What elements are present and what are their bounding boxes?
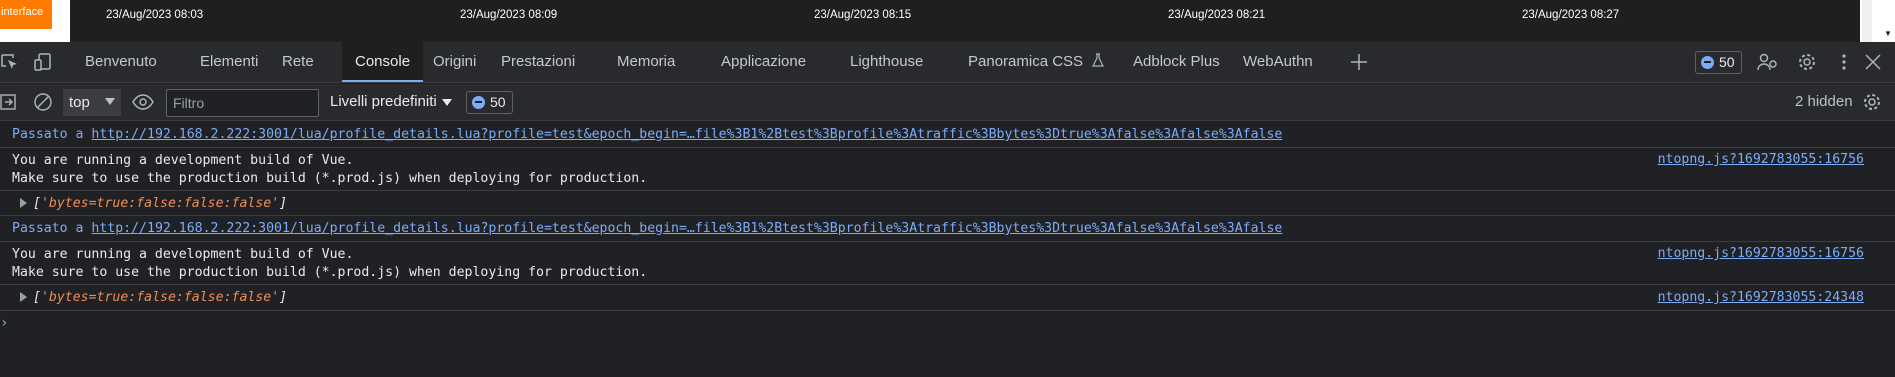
time-label: 23/Aug/2023 08:03 [106,9,204,21]
message-count: 50 [1719,54,1735,70]
tab-panoramica-css[interactable]: Panoramica CSS [968,42,1105,82]
tab-adblock-plus[interactable]: Adblock Plus [1133,42,1220,82]
array-value: 'bytes=true:false:false:false' [40,290,280,305]
console-toolbar: top Livelli predefiniti 50 2 hidden [0,84,1895,121]
inspect-element-icon[interactable] [0,52,20,72]
nav-prefix: Passato a [12,221,84,236]
message-line: You are running a development build of V… [12,247,354,262]
expand-caret-icon [20,198,27,208]
console-message: ['bytes=true:false:false:false'] [0,191,1895,216]
message-icon [472,96,485,109]
nav-url-link[interactable]: http://192.168.2.222:3001/lua/profile_de… [91,221,1282,236]
console-output: Passato a http://192.168.2.222:3001/lua/… [0,122,1895,377]
chart-time-axis: 23/Aug/2023 08:03 23/Aug/2023 08:09 23/A… [70,0,1860,42]
tab-lighthouse[interactable]: Lighthouse [850,42,923,82]
array-value: 'bytes=true:false:false:false' [40,196,280,211]
close-icon[interactable] [1863,52,1883,72]
message-icon [1701,56,1714,69]
scroll-down-icon[interactable]: ▼ [1884,29,1892,38]
tab-rete[interactable]: Rete [282,42,314,82]
issues-count-badge[interactable]: 50 [466,91,513,114]
clear-console-icon[interactable] [33,92,53,112]
console-message: You are running a development build of V… [0,242,1895,285]
tab-webauthn[interactable]: WebAuthn [1243,42,1313,82]
add-tab-icon[interactable] [1349,52,1369,72]
page-scrollbar[interactable] [1862,0,1872,42]
tab-applicazione[interactable]: Applicazione [721,42,806,82]
time-label: 23/Aug/2023 08:21 [1168,9,1266,21]
time-label: 23/Aug/2023 08:09 [460,9,558,21]
expandable-array[interactable]: ['bytes=true:false:false:false'] [20,196,287,211]
customize-users-icon[interactable] [1757,52,1777,72]
message-line: You are running a development build of V… [12,153,354,168]
expand-caret-icon [20,292,27,302]
console-settings-gear-icon[interactable] [1862,92,1882,112]
flask-icon [1092,53,1105,67]
source-link[interactable]: ntopng.js?1692783055:16756 [1658,246,1864,261]
time-label: 23/Aug/2023 08:27 [1522,9,1620,21]
live-expression-eye-icon[interactable] [132,92,154,112]
chevron-down-icon [441,98,452,106]
nav-url-link[interactable]: http://192.168.2.222:3001/lua/profile_de… [91,127,1282,142]
log-levels-label: Livelli predefiniti [330,93,437,110]
devtools-tabbar: Benvenuto Elementi Rete Console Origini … [0,42,1895,83]
message-line: Make sure to use the production build (*… [12,265,648,280]
context-selector[interactable]: top [63,89,121,116]
show-sidebar-icon[interactable] [0,92,20,112]
settings-gear-icon[interactable] [1797,52,1817,72]
tab-origini[interactable]: Origini [433,42,476,82]
tab-elementi[interactable]: Elementi [200,42,258,82]
message-count-badge[interactable]: 50 [1695,51,1742,74]
tab-console[interactable]: Console [342,42,424,82]
navigation-message: Passato a http://192.168.2.222:3001/lua/… [0,216,1895,242]
tab-benvenuto[interactable]: Benvenuto [85,42,157,82]
console-prompt-icon[interactable]: › [0,315,8,331]
source-link[interactable]: ntopng.js?1692783055:24348 [1658,290,1864,305]
context-value: top [69,94,90,111]
issues-count: 50 [490,94,506,110]
message-line: Make sure to use the production build (*… [12,171,648,186]
tab-prestazioni[interactable]: Prestazioni [501,42,575,82]
chevron-down-icon [105,98,115,105]
tab-memoria[interactable]: Memoria [617,42,675,82]
console-message: You are running a development build of V… [0,148,1895,191]
source-link[interactable]: ntopng.js?1692783055:16756 [1658,152,1864,167]
expandable-array[interactable]: ['bytes=true:false:false:false'] [20,290,287,305]
console-message: ['bytes=true:false:false:false'] ntopng.… [0,285,1895,311]
time-label: 23/Aug/2023 08:15 [814,9,912,21]
hidden-messages-count[interactable]: 2 hidden [1795,93,1853,110]
more-options-icon[interactable] [1834,52,1854,72]
log-levels-dropdown[interactable]: Livelli predefiniti [330,93,452,110]
navigation-message: Passato a http://192.168.2.222:3001/lua/… [0,122,1895,148]
device-toolbar-icon[interactable] [33,52,53,72]
tab-label: Panoramica CSS [968,53,1084,70]
interface-badge[interactable]: interface [0,0,52,29]
nav-prefix: Passato a [12,127,84,142]
filter-input[interactable] [166,89,319,117]
